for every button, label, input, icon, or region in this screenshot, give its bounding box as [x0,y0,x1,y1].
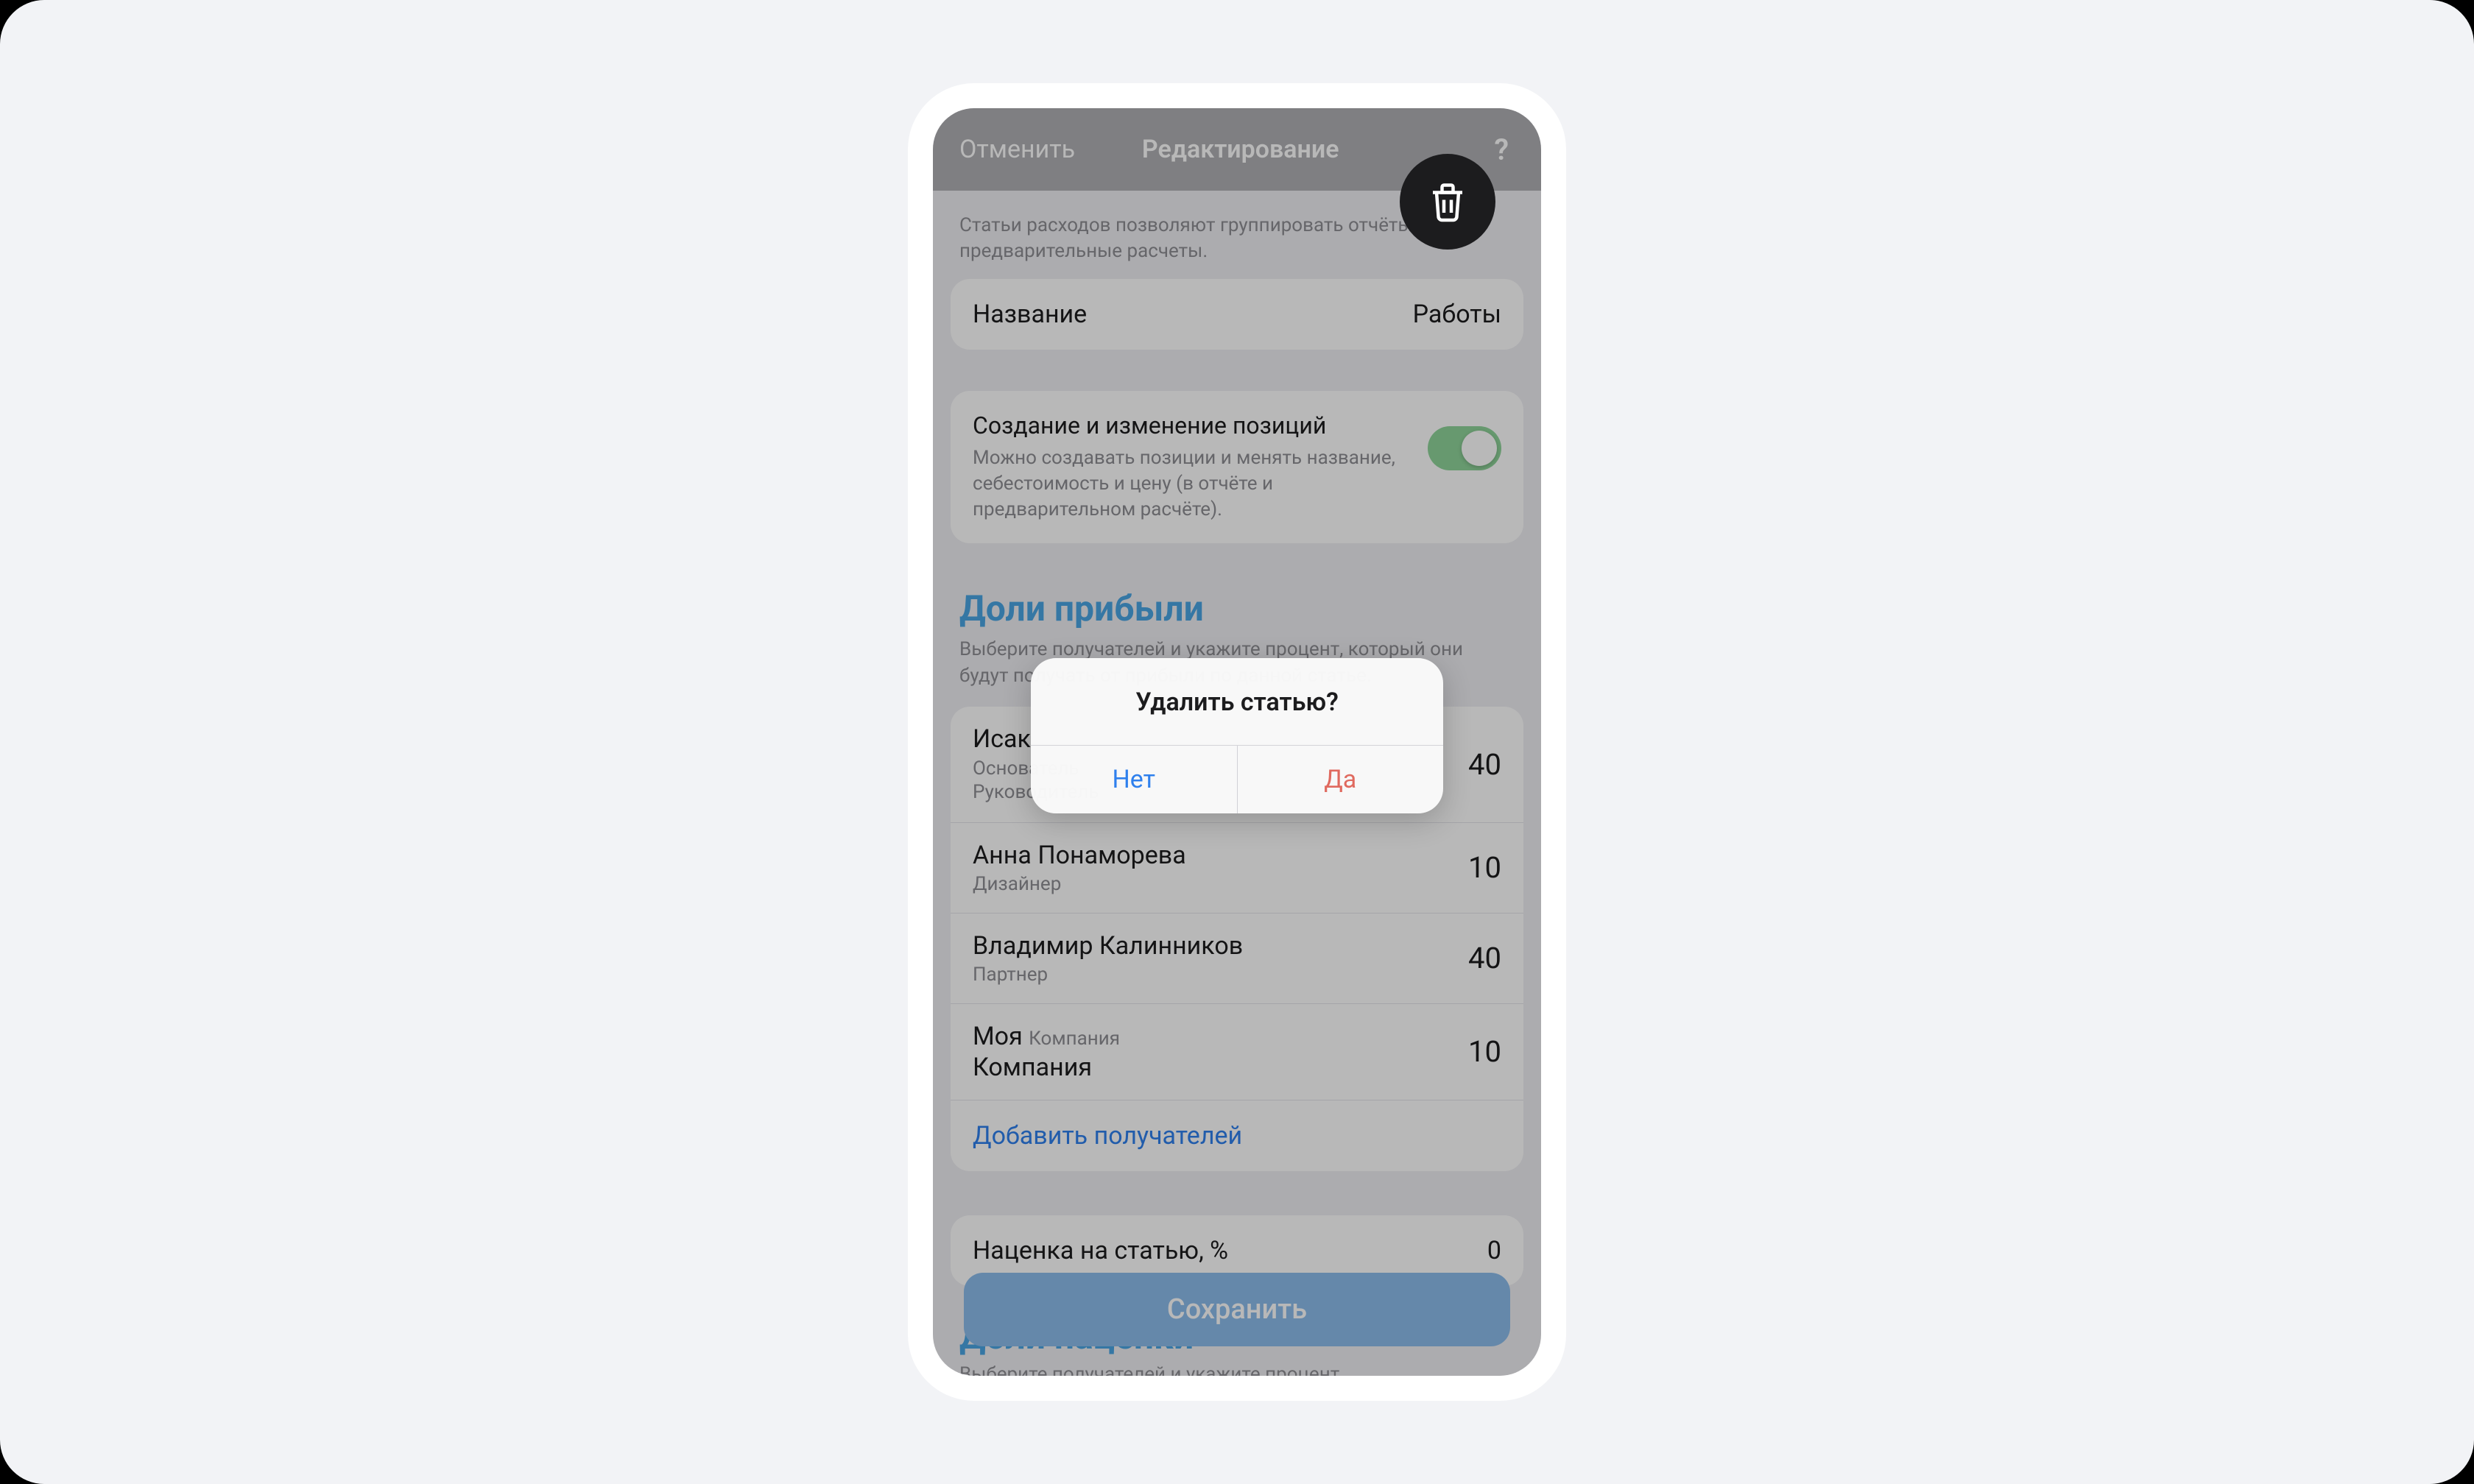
alert-buttons: Нет Да [1031,745,1443,813]
person-row-3[interactable]: Моя Компания Компания 10 [951,1003,1523,1100]
confirm-dialog: Удалить статью? Нет Да [1031,658,1443,813]
person-subtitle: Компания [973,1053,1120,1082]
person-value: 40 [1468,747,1501,782]
person-role: Дизайнер [973,873,1186,895]
cancel-button[interactable]: Отменить [959,135,1075,164]
person-value: 40 [1468,941,1501,975]
person-name: Моя Компания [973,1022,1120,1051]
positions-toggle[interactable] [1428,426,1501,470]
alert-no-button[interactable]: Нет [1031,746,1238,813]
markup-shares-desc: Выберите получателей и укажите процент [959,1362,1515,1376]
phone-frame: Отменить Редактирование ? Статьи расходо… [908,83,1566,1401]
person-value: 10 [1468,1034,1501,1069]
person-value: 10 [1468,850,1501,885]
toggle-title: Создание и изменение позиций [973,411,1413,439]
toggle-knob [1462,431,1497,466]
markup-shares-header: Доли наценки Выберите получателей и укаж… [933,1286,1541,1376]
markup-row[interactable]: Наценка на статью, % 0 [951,1215,1523,1286]
person-row-1[interactable]: Анна Понаморева Дизайнер 10 [951,822,1523,913]
markup-value: 0 [1487,1236,1501,1265]
trash-icon [1425,180,1470,224]
markup-shares-title: Доли наценки [959,1315,1515,1357]
toggle-card: Создание и изменение позиций Можно созда… [951,391,1523,543]
screen: Отменить Редактирование ? Статьи расходо… [933,108,1541,1376]
alert-yes-button[interactable]: Да [1238,746,1444,813]
delete-fab[interactable] [1400,154,1495,250]
markup-card: Наценка на статью, % 0 [951,1215,1523,1286]
save-bar: Сохранить [964,1273,1510,1346]
name-row[interactable]: Название Работы [951,279,1523,350]
person-row-2[interactable]: Владимир Калинников Партнер 40 [951,913,1523,1003]
shares-title: Доли прибыли [959,587,1515,629]
page-title: Редактирование [987,135,1494,164]
person-name: Владимир Калинников [973,931,1243,961]
help-button[interactable]: ? [1494,132,1515,167]
stage: Отменить Редактирование ? Статьи расходо… [0,0,2474,1484]
alert-title: Удалить статью? [1031,658,1443,745]
markup-label: Наценка на статью, % [973,1236,1228,1265]
person-role: Партнер [973,964,1243,986]
person-name: Анна Понаморева [973,841,1186,870]
save-button[interactable]: Сохранить [964,1273,1510,1346]
name-label: Название [973,300,1087,329]
add-recipients-button[interactable]: Добавить получателей [951,1100,1523,1171]
toggle-desc: Можно создавать позиции и менять названи… [973,445,1413,523]
name-value: Работы [1413,300,1501,329]
name-card: Название Работы [951,279,1523,350]
